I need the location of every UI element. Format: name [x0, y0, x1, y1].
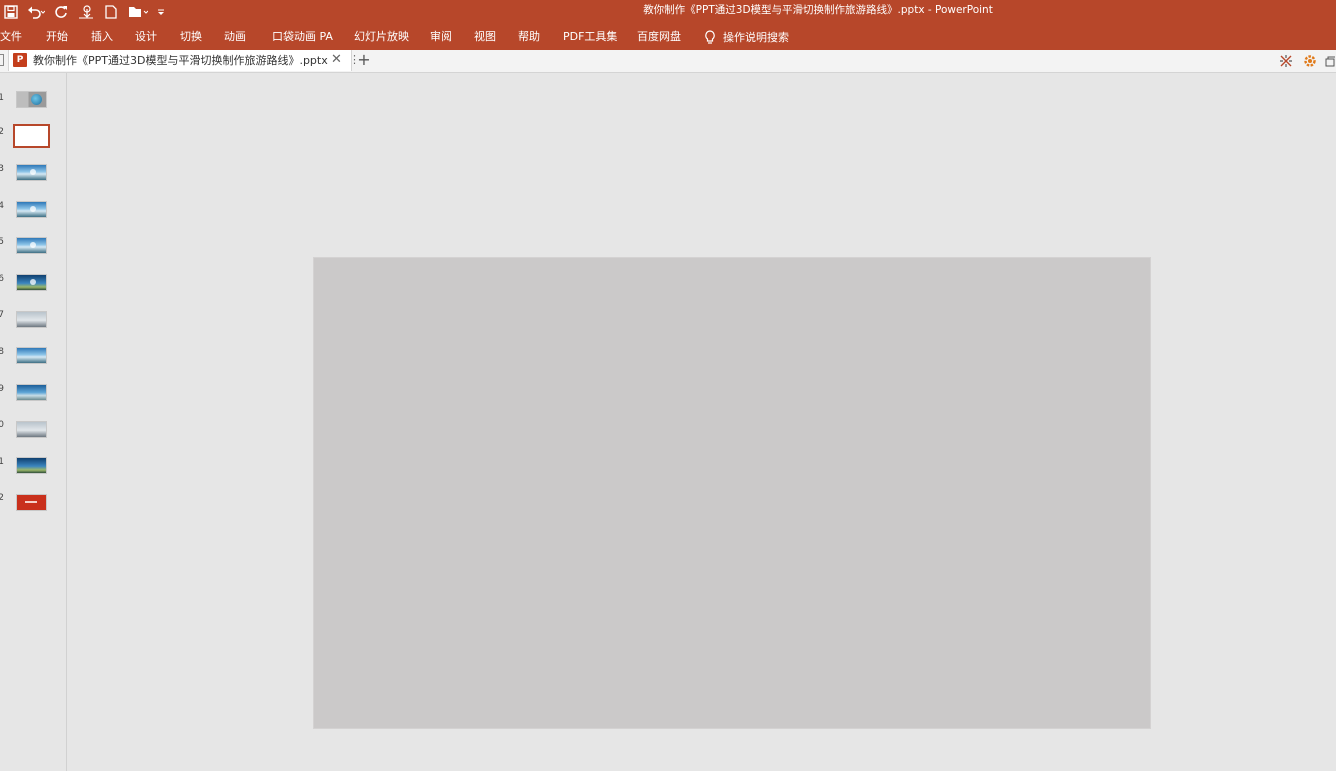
slide-number: 9 [0, 384, 4, 394]
tab-list-icon[interactable] [0, 54, 4, 66]
tab-home[interactable]: 开始 [46, 23, 68, 50]
tab-design[interactable]: 设计 [135, 23, 157, 50]
slide-thumbnail-12[interactable] [16, 494, 47, 511]
restore-window-button[interactable] [1324, 52, 1336, 70]
slide-number: 7 [0, 310, 4, 320]
tab-insert[interactable]: 插入 [91, 23, 113, 50]
slide-thumbnail-1[interactable] [16, 91, 47, 108]
globe-icon [31, 94, 42, 105]
slide-thumbnail-panel[interactable]: 1 2 3 4 5 6 7 8 9 0 1 2 [0, 73, 67, 771]
slide-thumbnail-11[interactable] [16, 457, 47, 474]
tools-icon [1280, 55, 1292, 67]
settings-button[interactable] [1301, 52, 1319, 70]
slide-number: 1 [0, 93, 4, 103]
slide-thumbnail-10[interactable] [16, 421, 47, 438]
slide-thumbnail-2[interactable] [13, 124, 50, 148]
tab-animations[interactable]: 动画 [224, 23, 246, 50]
slide-number: 6 [0, 274, 4, 284]
tab-slideshow[interactable]: 幻灯片放映 [354, 23, 409, 50]
slide-thumbnail-4[interactable] [16, 201, 47, 218]
tab-help[interactable]: 帮助 [518, 23, 540, 50]
slide-thumbnail-5[interactable] [16, 237, 47, 254]
addin-button[interactable] [1277, 52, 1295, 70]
lightbulb-icon [705, 29, 715, 44]
thumbnail-detail [30, 206, 36, 212]
slide-thumbnail-6[interactable] [16, 274, 47, 291]
window-title: 教你制作《PPT通过3D模型与平滑切换制作旅游路线》.pptx - PowerP… [643, 4, 993, 16]
tell-me-label: 操作说明搜索 [723, 30, 789, 44]
powerpoint-file-icon: P [13, 53, 27, 67]
restore-window-icon [1325, 56, 1335, 67]
thumbnail-detail [30, 242, 36, 248]
slide-thumbnail-8[interactable] [16, 347, 47, 364]
slide-canvas[interactable] [313, 257, 1151, 729]
slide-number: 2 [0, 127, 4, 137]
tab-view[interactable]: 视图 [474, 23, 496, 50]
thumbnail-detail [30, 169, 36, 175]
slide-thumbnail-9[interactable] [16, 384, 47, 401]
tab-pocket-animation[interactable]: 口袋动画 PA [272, 23, 333, 50]
tab-pdf-tools[interactable]: PDF工具集 [563, 23, 617, 50]
title-bar: 教你制作《PPT通过3D模型与平滑切换制作旅游路线》.pptx - PowerP… [0, 0, 1336, 23]
slide-number: 0 [0, 420, 4, 430]
document-tab-name: 教你制作《PPT通过3D模型与平滑切换制作旅游路线》.pptx [33, 54, 328, 67]
thumbnail-detail [25, 501, 37, 503]
slide-number: 2 [0, 493, 4, 503]
tab-transitions[interactable]: 切换 [180, 23, 202, 50]
thumbnail-detail [30, 279, 36, 285]
slide-number: 4 [0, 201, 4, 211]
slide-thumbnail-3[interactable] [16, 164, 47, 181]
document-tab[interactable]: P 教你制作《PPT通过3D模型与平滑切换制作旅游路线》.pptx ✕ ⋮ [8, 50, 360, 71]
slide-number: 8 [0, 347, 4, 357]
ribbon-tabs: 文件 开始 插入 设计 切换 动画 口袋动画 PA 幻灯片放映 审阅 视图 帮助… [0, 23, 1336, 50]
tab-baidu-netdisk[interactable]: 百度网盘 [637, 23, 681, 50]
gear-icon [1304, 55, 1316, 67]
tell-me-search[interactable]: 操作说明搜索 [704, 23, 789, 50]
slide-number: 5 [0, 237, 4, 247]
close-tab-icon[interactable]: ✕ [331, 50, 342, 70]
tab-file[interactable]: 文件 [0, 23, 22, 50]
tab-review[interactable]: 审阅 [430, 23, 452, 50]
new-tab-button[interactable]: + [357, 50, 371, 71]
document-tab-strip: P 教你制作《PPT通过3D模型与平滑切换制作旅游路线》.pptx ✕ ⋮ + [0, 50, 1336, 73]
slide-number: 1 [0, 457, 4, 467]
slide-thumbnail-7[interactable] [16, 311, 47, 328]
slide-number: 3 [0, 164, 4, 174]
